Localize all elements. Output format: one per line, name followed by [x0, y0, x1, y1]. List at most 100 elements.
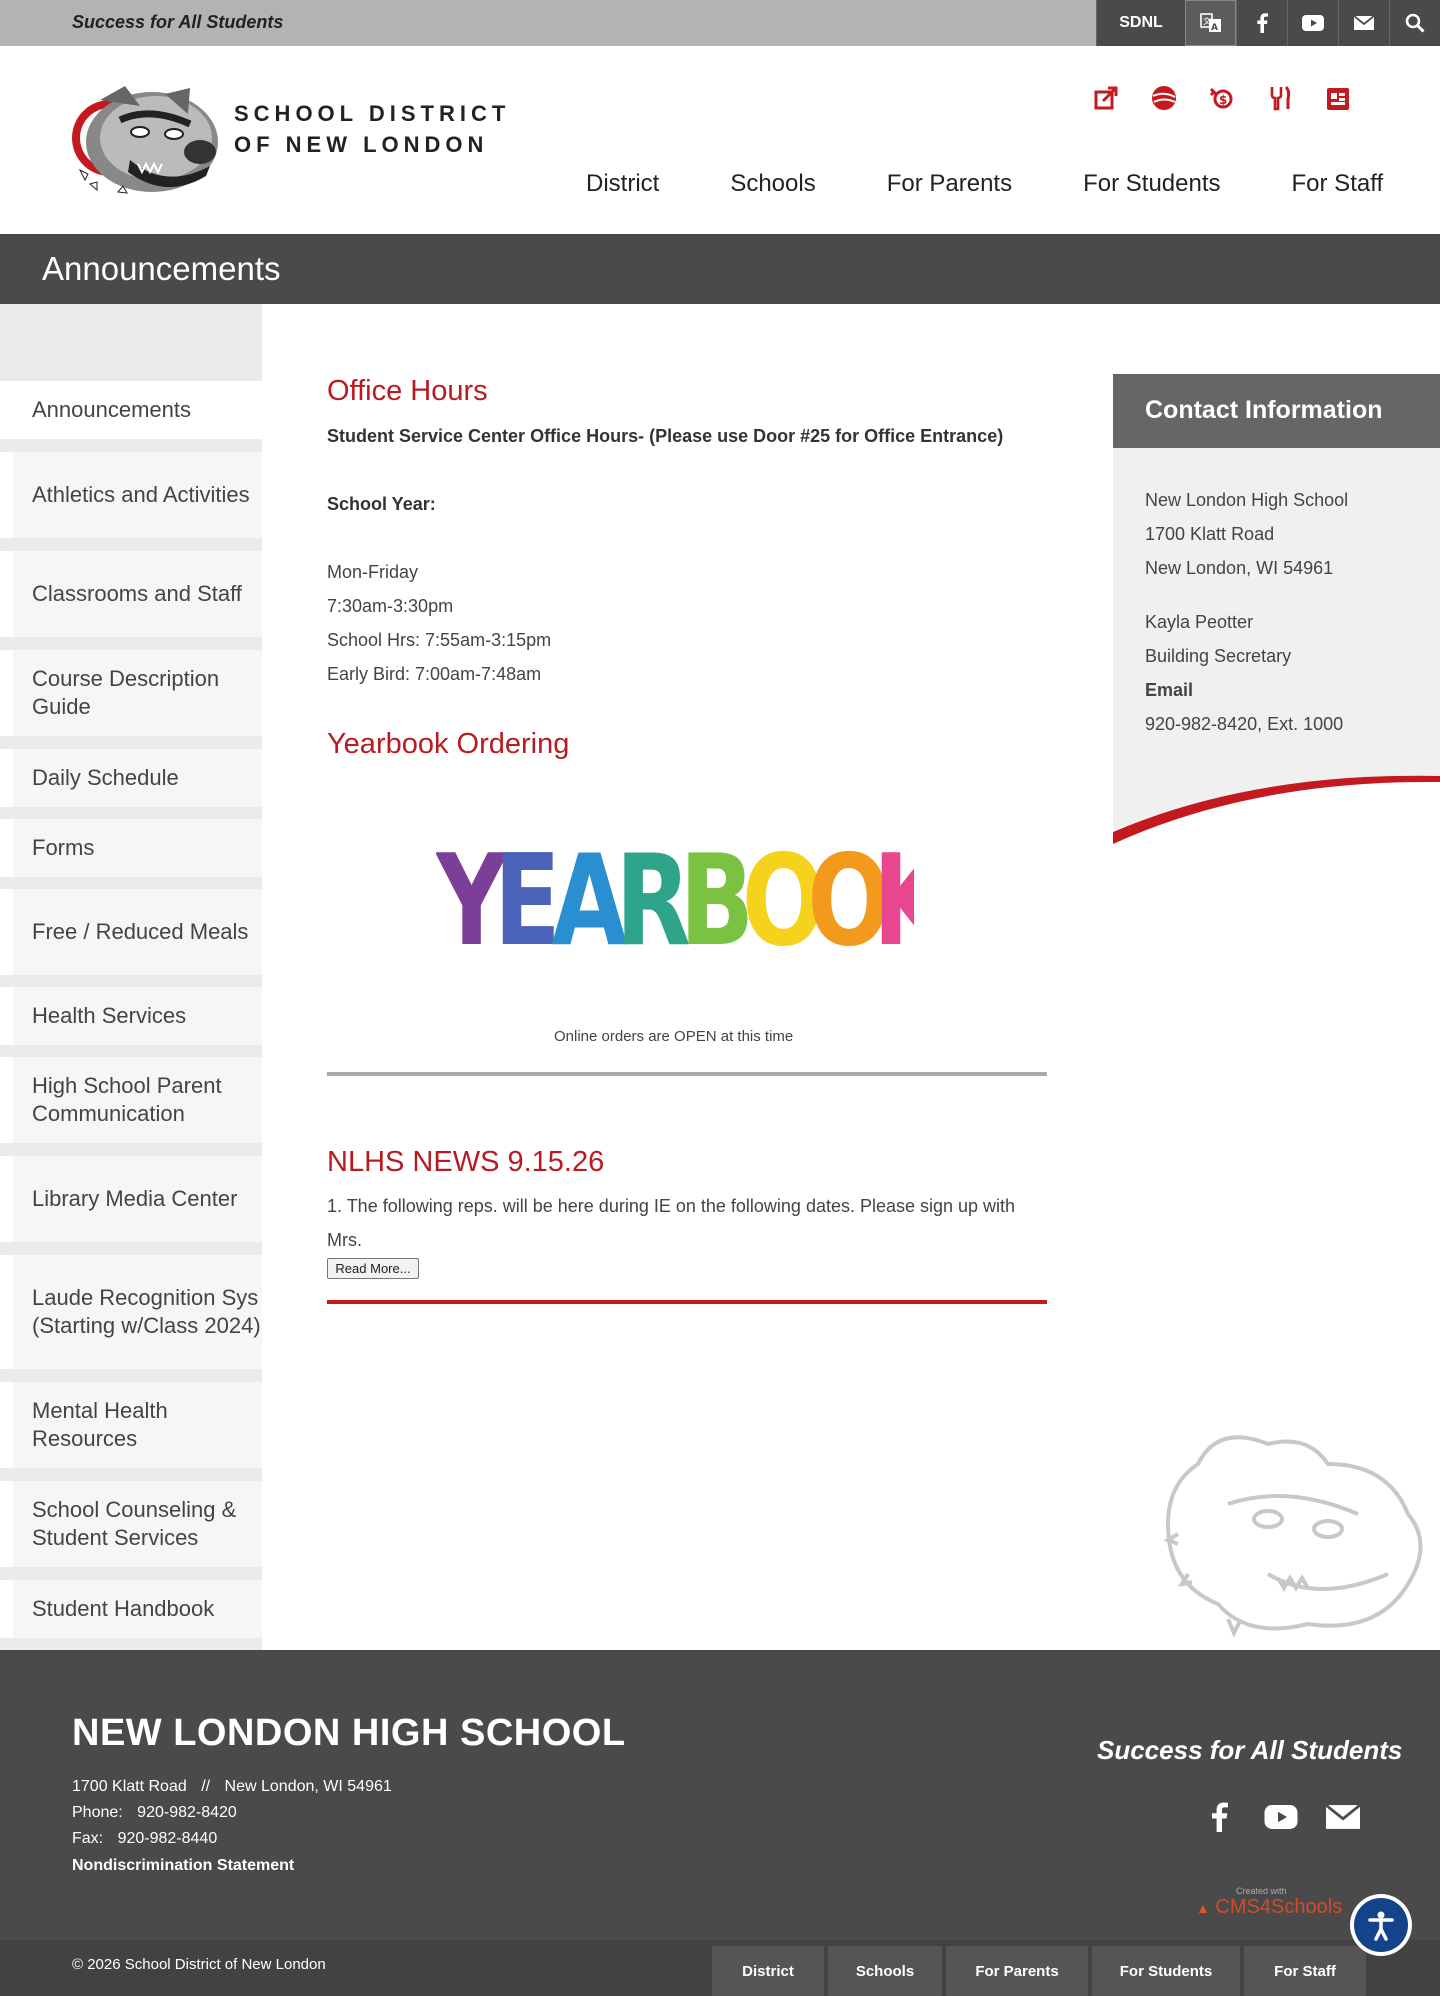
- svg-text:A: A: [1211, 23, 1218, 33]
- quick-links: $: [1090, 82, 1353, 113]
- footer-separator: //: [201, 1778, 211, 1795]
- contact-school: New London High School: [1145, 490, 1349, 510]
- sidebar-item-mental-health[interactable]: Mental Health Resources: [0, 1382, 262, 1468]
- office-hours-time: 7:30am-3:30pm: [327, 596, 454, 616]
- youtube-icon[interactable]: [1287, 0, 1338, 46]
- nav-district[interactable]: District: [586, 170, 659, 198]
- facebook-icon[interactable]: [1236, 0, 1287, 46]
- search-icon[interactable]: [1389, 0, 1440, 46]
- yearbook-word: Y E A R B O O K: [434, 827, 952, 974]
- footer-phone: Phone: 920-982-8420: [72, 1804, 237, 1822]
- footer-fax: Fax: 920-982-8440: [72, 1830, 217, 1848]
- footer-nav: District Schools For Parents For Student…: [712, 1946, 1366, 1996]
- footer-fax-label: Fax:: [72, 1830, 104, 1847]
- contact-title: Contact Information: [1145, 396, 1383, 424]
- footer-fax-number: 920-982-8440: [117, 1830, 218, 1847]
- footer-school-name: NEW LONDON HIGH SCHOOL: [72, 1712, 626, 1754]
- school-hours: School Hrs: 7:55am-3:15pm: [327, 630, 552, 650]
- bulldog-watermark: [1158, 1424, 1433, 1642]
- food-menu-icon[interactable]: [1264, 82, 1295, 113]
- sidebar-item-course-guide[interactable]: Course Description Guide: [0, 650, 262, 736]
- bulldog-logo[interactable]: [70, 80, 230, 206]
- footer-phone-label: Phone:: [72, 1804, 123, 1821]
- news-excerpt-line1: 1. The following reps. will be here duri…: [327, 1196, 1016, 1216]
- sidebar-item-laude[interactable]: Laude Recognition Sys (Starting w/Class …: [0, 1255, 262, 1369]
- cms-created-with: Created with: [1236, 1886, 1287, 1896]
- nav-for-staff[interactable]: For Staff: [1292, 170, 1384, 198]
- footer-nav-schools[interactable]: Schools: [828, 1946, 942, 1996]
- footer-address: 1700 Klatt Road // New London, WI 54961: [72, 1778, 392, 1796]
- sidebar-item-library[interactable]: Library Media Center: [0, 1156, 262, 1242]
- sdnl-link[interactable]: SDNL: [1096, 0, 1185, 46]
- calendar-icon[interactable]: [1322, 82, 1353, 113]
- payment-icon[interactable]: $: [1206, 82, 1237, 113]
- school-year-label: School Year:: [327, 494, 436, 514]
- footer-social-links: [1202, 1800, 1360, 1834]
- office-hours-days: Mon-Friday: [327, 562, 419, 582]
- contact-role: Building Secretary: [1145, 646, 1292, 666]
- footer-tagline: Success for All Students: [1097, 1735, 1403, 1765]
- yearbook-image: Y E A R B O O K: [434, 827, 952, 974]
- footer-nav-for-staff[interactable]: For Staff: [1244, 1946, 1366, 1996]
- translate-icon[interactable]: 文A: [1185, 0, 1236, 46]
- contact-email-link[interactable]: Email: [1145, 680, 1193, 701]
- sidebar-item-health-services[interactable]: Health Services: [0, 987, 262, 1045]
- footer-phone-number[interactable]: 920-982-8420: [137, 1804, 237, 1821]
- cms-flame-icon: ▲: [1196, 1900, 1210, 1916]
- mail-icon[interactable]: [1338, 0, 1389, 46]
- news-excerpt-line2: Mrs.: [327, 1230, 362, 1250]
- office-hours-subtitle: Student Service Center Office Hours- (Pl…: [327, 426, 1004, 446]
- nav-schools[interactable]: Schools: [730, 170, 815, 198]
- nav-for-students[interactable]: For Students: [1083, 170, 1220, 198]
- sidebar-item-counseling[interactable]: School Counseling & Student Services: [0, 1481, 262, 1567]
- sidebar-item-handbook[interactable]: Student Handbook: [0, 1580, 262, 1638]
- yearbook-caption: Online orders are OPEN at this time: [554, 1028, 794, 1045]
- footer-street: 1700 Klatt Road: [72, 1778, 187, 1795]
- sidebar-item-classrooms[interactable]: Classrooms and Staff: [0, 551, 262, 637]
- svg-text:文: 文: [1203, 16, 1211, 26]
- facebook-icon[interactable]: [1202, 1800, 1236, 1834]
- accessibility-button[interactable]: [1350, 1894, 1412, 1956]
- sidebar-item-daily-schedule[interactable]: Daily Schedule: [0, 749, 262, 807]
- sidebar-item-parent-communication[interactable]: High School Parent Communication: [0, 1057, 262, 1143]
- sports-ball-icon[interactable]: [1148, 82, 1179, 113]
- sidebar-item-announcements[interactable]: Announcements: [0, 381, 262, 439]
- youtube-icon[interactable]: [1264, 1800, 1298, 1834]
- district-name[interactable]: SCHOOL DISTRICT OF NEW LONDON: [234, 98, 510, 160]
- footer-nav-for-parents[interactable]: For Parents: [946, 1946, 1088, 1996]
- yearbook-letter-k: K: [873, 836, 914, 952]
- office-hours-title[interactable]: Office Hours: [327, 375, 488, 408]
- district-name-line1: SCHOOL DISTRICT: [234, 101, 511, 126]
- news-divider: [327, 1300, 1047, 1304]
- early-bird-hours: Early Bird: 7:00am-7:48am: [327, 664, 542, 684]
- news-title[interactable]: NLHS NEWS 9.15.26: [327, 1146, 604, 1179]
- mail-icon[interactable]: [1326, 1800, 1360, 1834]
- footer-nav-district[interactable]: District: [712, 1946, 824, 1996]
- sidebar-item-athletics[interactable]: Athletics and Activities: [0, 452, 262, 538]
- nav-for-parents[interactable]: For Parents: [887, 170, 1012, 198]
- main-nav: District Schools For Parents For Student…: [586, 170, 1383, 198]
- utility-links: SDNL 文A: [1096, 0, 1440, 46]
- read-more-button[interactable]: Read More...: [327, 1258, 419, 1279]
- external-link-icon[interactable]: [1090, 82, 1121, 113]
- contact-city: New London, WI 54961: [1145, 558, 1334, 578]
- footer-nav-for-students[interactable]: For Students: [1092, 1946, 1240, 1996]
- nondiscrimination-link[interactable]: Nondiscrimination Statement: [72, 1857, 294, 1875]
- copyright: © 2026 School District of New London: [72, 1956, 326, 1973]
- sidebar-item-forms[interactable]: Forms: [0, 819, 262, 877]
- footer-city: New London, WI 54961: [224, 1778, 392, 1795]
- yearbook-title[interactable]: Yearbook Ordering: [327, 728, 569, 761]
- cms-brand: CMS4Schools: [1215, 1896, 1343, 1918]
- district-name-line2: OF NEW LONDON: [234, 132, 489, 157]
- site-tagline: Success for All Students: [72, 12, 284, 32]
- divider: [327, 1072, 1047, 1076]
- cms4schools-logo[interactable]: Created with ▲ CMS4Schools: [1196, 1886, 1342, 1919]
- accessibility-icon: [1354, 1898, 1408, 1952]
- svg-text:$: $: [1219, 93, 1227, 107]
- contact-street: 1700 Klatt Road: [1145, 524, 1275, 544]
- contact-person: Kayla Peotter: [1145, 612, 1254, 632]
- red-swoosh: [1113, 770, 1440, 850]
- page-title: Announcements: [42, 250, 281, 287]
- sidebar-item-free-reduced-meals[interactable]: Free / Reduced Meals: [0, 889, 262, 975]
- contact-phone: 920-982-8420, Ext. 1000: [1145, 714, 1344, 734]
